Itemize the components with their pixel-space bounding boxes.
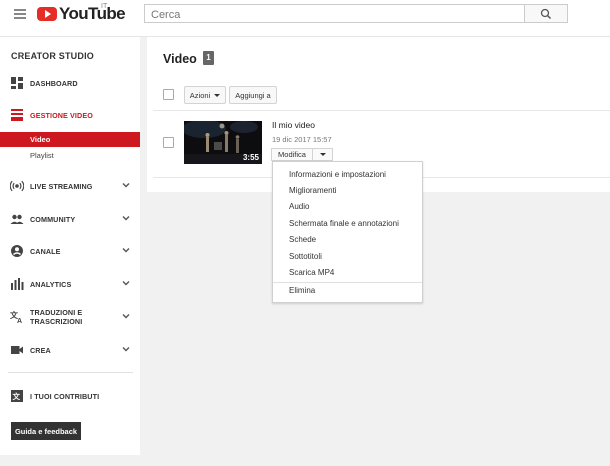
add-to-label: Aggiungi a <box>235 90 271 100</box>
video-thumbnail[interactable]: 3:55 <box>184 121 262 164</box>
edit-label: Modifica <box>278 150 306 159</box>
sidebar-subitem-playlist[interactable]: Playlist <box>0 148 140 163</box>
help-feedback-button[interactable]: Guida e feedback <box>11 422 81 440</box>
search-box <box>144 4 525 24</box>
video-title[interactable]: Il mio video <box>272 120 315 130</box>
top-bar: YouTube IT <box>0 0 610 37</box>
menu-item-info-settings[interactable]: Informazioni e impostazioni <box>273 167 422 183</box>
create-icon <box>11 346 23 354</box>
menu-icon[interactable] <box>14 9 26 19</box>
search-button[interactable] <box>525 4 568 23</box>
edit-dropdown-menu: Informazioni e impostazioni Migliorament… <box>272 161 423 303</box>
sidebar-item-label: I TUOI CONTRIBUTI <box>30 391 100 401</box>
sidebar-item-community[interactable]: COMMUNITY <box>0 208 140 230</box>
sidebar-item-label: COMMUNITY <box>30 214 76 224</box>
menu-item-enhancements[interactable]: Miglioramenti <box>273 183 422 199</box>
sidebar-item-live-streaming[interactable]: LIVE STREAMING <box>0 175 140 197</box>
analytics-icon <box>11 278 24 290</box>
sidebar-item-label: CANALE <box>30 246 61 256</box>
logo-text: YouTube <box>59 4 126 23</box>
search-icon <box>540 8 552 20</box>
edit-button[interactable]: Modifica <box>271 148 313 161</box>
live-streaming-icon <box>10 180 24 192</box>
channel-icon <box>11 245 23 257</box>
menu-item-cards[interactable]: Schede <box>273 232 422 248</box>
menu-item-delete[interactable]: Elimina <box>273 283 422 299</box>
sidebar-item-traduzioni[interactable]: 文 A TRADUZIONI E TRASCRIZIONI <box>0 306 140 328</box>
sidebar: CREATOR STUDIO DASHBOARD GESTIONE VIDEO … <box>0 37 140 455</box>
actions-label: Azioni <box>189 90 211 100</box>
sidebar-item-label: LIVE STREAMING <box>30 181 93 191</box>
chevron-down-icon <box>122 314 130 319</box>
sidebar-item-label: TRADUZIONI E TRASCRIZIONI <box>30 308 83 326</box>
video-count-badge: 1 <box>203 51 214 65</box>
sidebar-item-canale[interactable]: CANALE <box>0 240 140 262</box>
row-divider <box>153 110 610 111</box>
menu-item-audio[interactable]: Audio <box>273 199 422 215</box>
sidebar-item-label: DASHBOARD <box>30 78 78 88</box>
youtube-play-icon <box>37 7 57 21</box>
chevron-down-icon <box>122 183 130 188</box>
sidebar-item-crea[interactable]: CREA <box>0 339 140 361</box>
sidebar-item-label: ANALYTICS <box>30 279 72 289</box>
video-date: 19 dic 2017 15:57 <box>272 135 332 144</box>
sidebar-item-label: GESTIONE VIDEO <box>30 110 93 120</box>
country-code: IT <box>101 3 108 10</box>
sidebar-item-dashboard[interactable]: DASHBOARD <box>0 72 140 94</box>
chevron-down-icon <box>122 216 130 221</box>
community-icon <box>10 214 24 224</box>
menu-item-subtitles[interactable]: Sottotitoli <box>273 249 422 265</box>
caret-down-icon <box>214 93 221 97</box>
chevron-down-icon <box>122 281 130 286</box>
search-input[interactable] <box>145 6 524 24</box>
chevron-down-icon <box>122 248 130 253</box>
caret-down-icon <box>319 153 326 156</box>
sidebar-subitem-video[interactable]: Video <box>0 132 140 147</box>
menu-item-end-screen[interactable]: Schermata finale e annotazioni <box>273 216 422 232</box>
video-row-checkbox[interactable] <box>163 137 174 148</box>
translate-icon: 文 A <box>10 310 22 324</box>
menu-item-download-mp4[interactable]: Scarica MP4 <box>273 265 422 281</box>
sidebar-item-label: CREA <box>30 345 51 355</box>
sidebar-divider <box>8 372 133 373</box>
edit-dropdown-toggle[interactable] <box>313 148 333 161</box>
sidebar-title: CREATOR STUDIO <box>11 51 94 61</box>
youtube-logo[interactable]: YouTube <box>37 4 126 23</box>
add-to-button[interactable]: Aggiungi a <box>229 86 277 104</box>
select-all-checkbox[interactable] <box>163 89 174 100</box>
svg-text:文: 文 <box>13 391 21 401</box>
contributions-icon: 文 <box>11 390 23 402</box>
chevron-down-icon <box>122 347 130 352</box>
svg-text:A: A <box>17 318 22 324</box>
sidebar-item-contributi[interactable]: 文 I TUOI CONTRIBUTI <box>0 385 140 407</box>
sidebar-item-analytics[interactable]: ANALYTICS <box>0 273 140 295</box>
dashboard-icon <box>11 77 23 89</box>
actions-dropdown-button[interactable]: Azioni <box>184 86 226 104</box>
video-manager-icon <box>11 109 23 121</box>
page-title: Video <box>163 52 197 66</box>
sidebar-item-gestione-video[interactable]: GESTIONE VIDEO <box>0 104 140 126</box>
video-duration: 3:55 <box>242 153 259 162</box>
